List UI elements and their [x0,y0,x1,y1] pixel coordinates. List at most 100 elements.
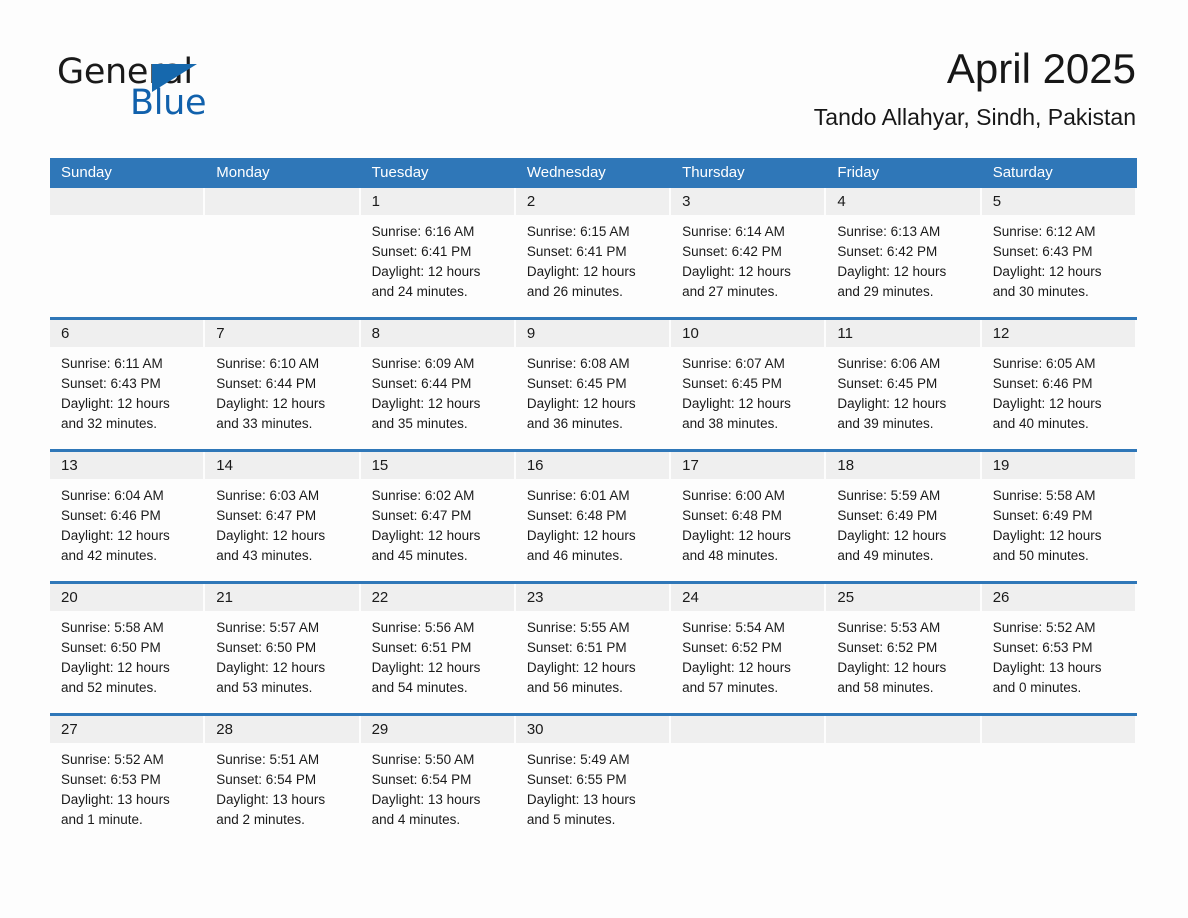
day-cell[interactable]: 4 Sunrise: 6:13 AM Sunset: 6:42 PM Dayli… [826,188,981,311]
sunrise-text: Sunrise: 6:07 AM [682,356,785,371]
day-cell[interactable]: 19 Sunrise: 5:58 AM Sunset: 6:49 PM Dayl… [981,452,1137,575]
day-cell[interactable]: 9 Sunrise: 6:08 AM Sunset: 6:45 PM Dayli… [515,320,671,443]
day-cell[interactable]: 5 Sunrise: 6:12 AM Sunset: 6:43 PM Dayli… [981,188,1137,311]
day-cell[interactable]: 8 Sunrise: 6:09 AM Sunset: 6:44 PM Dayli… [360,320,516,443]
day-cell[interactable]: 30 Sunrise: 5:49 AM Sunset: 6:55 PM Dayl… [515,716,671,839]
weekday-header-thursday: Thursday [682,164,745,181]
day-cell[interactable]: 7 Sunrise: 6:10 AM Sunset: 6:44 PM Dayli… [205,320,360,443]
day-cell[interactable]: 27 Sunrise: 5:52 AM Sunset: 6:53 PM Dayl… [50,716,205,839]
day-cell[interactable]: 14 Sunrise: 6:03 AM Sunset: 6:47 PM Dayl… [205,452,360,575]
day-details: Sunrise: 6:12 AM Sunset: 6:43 PM Dayligh… [982,215,1135,311]
day-number: 3 [671,188,825,215]
daylight-text-line2: and 30 minutes. [992,284,1089,299]
daylight-text-line2: and 2 minutes. [216,812,305,827]
day-cell[interactable]: 2 Sunrise: 6:15 AM Sunset: 6:41 PM Dayli… [515,188,671,311]
day-details: Sunrise: 5:52 AM Sunset: 6:53 PM Dayligh… [982,611,1135,707]
day-details [671,743,824,839]
day-number: 15 [360,452,514,479]
day-cell[interactable]: 6 Sunrise: 6:11 AM Sunset: 6:43 PM Dayli… [50,320,205,443]
day-details: Sunrise: 6:10 AM Sunset: 6:44 PM Dayligh… [205,347,358,443]
day-cell[interactable]: 16 Sunrise: 6:01 AM Sunset: 6:48 PM Dayl… [515,452,671,575]
day-details [826,743,979,839]
daylight-text-line1: Daylight: 12 hours [61,660,170,675]
daylight-text-line1: Daylight: 12 hours [371,528,481,543]
day-details: Sunrise: 6:14 AM Sunset: 6:42 PM Dayligh… [671,215,824,311]
day-number: 24 [671,584,825,611]
sunrise-text: Sunrise: 6:09 AM [371,356,475,371]
daylight-text-line1: Daylight: 13 hours [992,660,1102,675]
day-cell[interactable]: 28 Sunrise: 5:51 AM Sunset: 6:54 PM Dayl… [205,716,360,839]
day-number: 10 [671,320,825,347]
day-cell[interactable]: 25 Sunrise: 5:53 AM Sunset: 6:52 PM Dayl… [826,584,981,707]
daylight-text-line1: Daylight: 13 hours [216,792,326,807]
weekday-header-saturday: Saturday [992,164,1053,181]
daylight-text-line1: Daylight: 12 hours [61,396,170,411]
day-details: Sunrise: 5:58 AM Sunset: 6:49 PM Dayligh… [982,479,1135,575]
day-number: 30 [515,716,670,743]
sunset-text: Sunset: 6:54 PM [371,772,472,787]
daylight-text-line1: Daylight: 12 hours [992,396,1102,411]
sunrise-text: Sunrise: 6:16 AM [371,224,475,239]
day-cell[interactable]: 18 Sunrise: 5:59 AM Sunset: 6:49 PM Dayl… [826,452,981,575]
sunset-text: Sunset: 6:53 PM [992,640,1093,655]
sunrise-text: Sunrise: 6:00 AM [682,488,785,503]
day-cell[interactable] [671,716,826,839]
day-number: 25 [826,584,980,611]
daylight-text-line2: and 50 minutes. [992,548,1089,563]
day-cell[interactable]: 3 Sunrise: 6:14 AM Sunset: 6:42 PM Dayli… [671,188,826,311]
day-cell[interactable]: 21 Sunrise: 5:57 AM Sunset: 6:50 PM Dayl… [205,584,360,707]
day-cell[interactable]: 11 Sunrise: 6:06 AM Sunset: 6:45 PM Dayl… [826,320,981,443]
day-cell[interactable]: 22 Sunrise: 5:56 AM Sunset: 6:51 PM Dayl… [360,584,516,707]
day-cell[interactable]: 26 Sunrise: 5:52 AM Sunset: 6:53 PM Dayl… [981,584,1137,707]
sunset-text: Sunset: 6:43 PM [61,376,161,391]
day-cell[interactable] [981,716,1137,839]
day-cell[interactable]: 20 Sunrise: 5:58 AM Sunset: 6:50 PM Dayl… [50,584,205,707]
sunset-text: Sunset: 6:46 PM [61,508,161,523]
day-cell[interactable]: 17 Sunrise: 6:00 AM Sunset: 6:48 PM Dayl… [671,452,826,575]
day-number [981,716,1135,743]
day-cell[interactable] [205,188,360,311]
day-number: 4 [826,188,980,215]
day-cell[interactable]: 23 Sunrise: 5:55 AM Sunset: 6:51 PM Dayl… [515,584,671,707]
daylight-text-line2: and 24 minutes. [371,284,468,299]
calendar-week-row: 13 Sunrise: 6:04 AM Sunset: 6:46 PM Dayl… [50,449,1137,575]
day-cell[interactable]: 1 Sunrise: 6:16 AM Sunset: 6:41 PM Dayli… [360,188,516,311]
day-cell[interactable]: 29 Sunrise: 5:50 AM Sunset: 6:54 PM Dayl… [360,716,516,839]
day-number: 18 [826,452,980,479]
sunrise-text: Sunrise: 5:59 AM [837,488,941,503]
sunrise-text: Sunrise: 5:52 AM [61,752,164,767]
day-number: 29 [360,716,514,743]
daylight-text-line2: and 27 minutes. [682,284,779,299]
day-cell[interactable]: 12 Sunrise: 6:05 AM Sunset: 6:46 PM Dayl… [981,320,1137,443]
daylight-text-line1: Daylight: 12 hours [526,264,636,279]
day-number: 20 [50,584,204,611]
day-details: Sunrise: 6:06 AM Sunset: 6:45 PM Dayligh… [826,347,979,443]
location-subtitle: Tando Allahyar, Sindh, Pakistan [813,104,1136,130]
weekday-header-sunday: Sunday [61,164,112,181]
sunrise-text: Sunrise: 6:10 AM [216,356,320,371]
calendar-page: General Blue April 2025 Tando Allahyar, … [0,0,1188,918]
day-details: Sunrise: 6:02 AM Sunset: 6:47 PM Dayligh… [361,479,514,575]
day-cell[interactable] [50,188,205,311]
day-number [671,716,825,743]
day-details [50,215,203,311]
daylight-text-line2: and 1 minute. [61,812,143,827]
weekday-header-tuesday: Tuesday [371,164,429,181]
day-cell[interactable]: 10 Sunrise: 6:07 AM Sunset: 6:45 PM Dayl… [671,320,826,443]
day-details: Sunrise: 6:00 AM Sunset: 6:48 PM Dayligh… [671,479,824,575]
daylight-text-line2: and 45 minutes. [371,548,468,563]
daylight-text-line1: Daylight: 12 hours [61,528,170,543]
sunrise-text: Sunrise: 5:54 AM [682,620,785,635]
day-cell[interactable] [826,716,981,839]
day-cell[interactable]: 24 Sunrise: 5:54 AM Sunset: 6:52 PM Dayl… [671,584,826,707]
sunset-text: Sunset: 6:50 PM [216,640,317,655]
daylight-text-line1: Daylight: 12 hours [682,396,791,411]
sunset-text: Sunset: 6:51 PM [371,640,472,655]
weekday-header-row: Sunday Monday Tuesday Wednesday Thursday… [50,158,1137,188]
day-cell[interactable]: 13 Sunrise: 6:04 AM Sunset: 6:46 PM Dayl… [50,452,205,575]
daylight-text-line2: and 26 minutes. [526,284,623,299]
sunrise-text: Sunrise: 6:02 AM [371,488,475,503]
day-details: Sunrise: 5:49 AM Sunset: 6:55 PM Dayligh… [516,743,669,839]
day-cell[interactable]: 15 Sunrise: 6:02 AM Sunset: 6:47 PM Dayl… [360,452,516,575]
daylight-text-line1: Daylight: 12 hours [526,528,636,543]
